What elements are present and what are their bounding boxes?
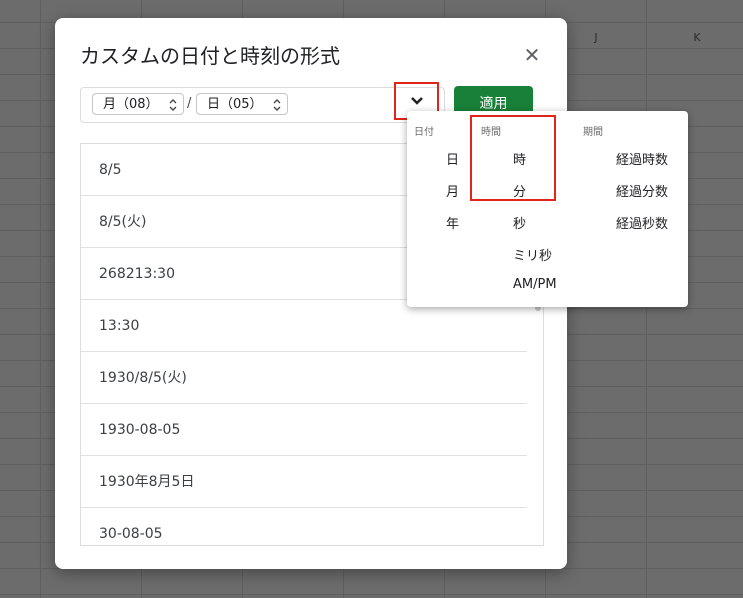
menu-item-elapsed-minutes[interactable]: 経過分数 — [616, 181, 668, 200]
menu-item-minute[interactable]: 分 — [513, 181, 526, 200]
list-item[interactable]: 1930/8/5(火) — [81, 352, 527, 404]
list-item[interactable]: 13:30 — [81, 300, 527, 352]
menu-item-ampm[interactable]: AM/PM — [513, 277, 557, 292]
day-token-chip[interactable]: 日（05） — [196, 93, 288, 115]
month-token-label: 月（08） — [103, 97, 159, 112]
menu-item-millisecond[interactable]: ミリ秒 — [513, 245, 552, 264]
format-separator: / — [187, 96, 192, 111]
time-section-header: 時間 — [481, 127, 501, 138]
chevron-updown-icon[interactable] — [169, 98, 177, 120]
token-menu-popup: 日付 時間 期間 日 月 年 時 分 秒 ミリ秒 AM/PM 経過時数 経過分数… — [407, 111, 688, 307]
menu-item-month[interactable]: 月 — [446, 181, 459, 200]
date-section-header: 日付 — [414, 127, 434, 138]
chevron-updown-icon[interactable] — [273, 98, 281, 120]
day-token-label: 日（05） — [207, 97, 263, 112]
menu-item-elapsed-seconds[interactable]: 経過秒数 — [616, 213, 668, 232]
list-item[interactable]: 30-08-05 — [81, 508, 527, 545]
month-token-chip[interactable]: 月（08） — [92, 93, 184, 115]
list-item[interactable]: 1930-08-05 — [81, 404, 527, 456]
chevron-down-icon — [410, 97, 423, 105]
list-item[interactable]: 1930年8月5日 — [81, 456, 527, 508]
format-input-bar[interactable]: 月（08） / 日（05） — [80, 87, 445, 123]
column-header-k[interactable]: K — [647, 28, 743, 48]
menu-item-year[interactable]: 年 — [446, 213, 459, 232]
period-section-header: 期間 — [583, 127, 603, 138]
menu-item-hour[interactable]: 時 — [513, 149, 526, 168]
menu-item-elapsed-hours[interactable]: 経過時数 — [616, 149, 668, 168]
menu-item-second[interactable]: 秒 — [513, 213, 526, 232]
menu-item-day[interactable]: 日 — [446, 149, 459, 168]
close-icon[interactable]: ✕ — [523, 45, 541, 65]
dialog-title: カスタムの日付と時刻の形式 — [80, 44, 340, 68]
